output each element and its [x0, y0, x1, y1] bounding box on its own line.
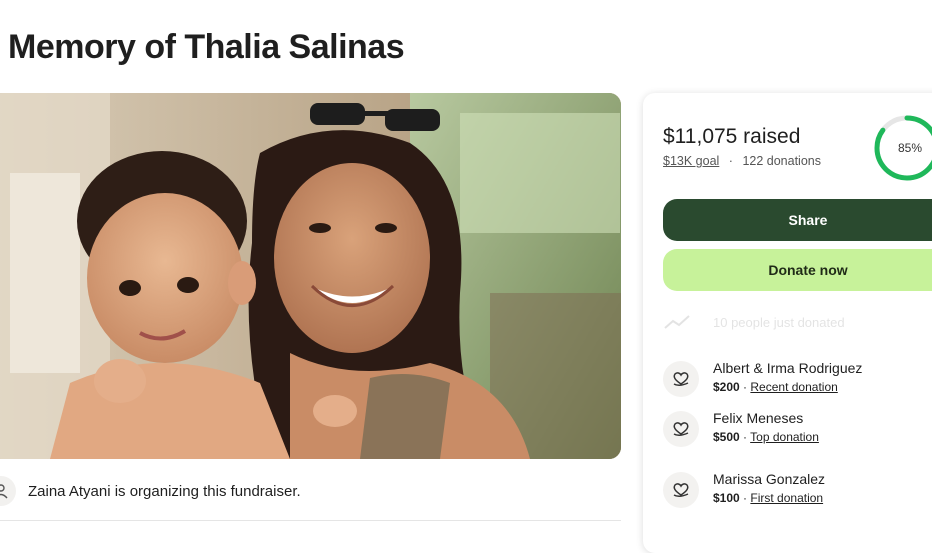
goal-link[interactable]: $13K goal — [663, 154, 719, 168]
raised-meta: $13K goal · 122 donations — [663, 154, 821, 168]
donor-amount: $100 — [713, 491, 740, 505]
recent-activity-text: 10 people just donated — [713, 314, 845, 330]
donor-item: Felix Meneses $500 · Top donation — [663, 409, 819, 447]
user-icon — [0, 484, 8, 499]
donor-item: Albert & Irma Rodriguez $200 · Recent do… — [663, 359, 862, 397]
donor-tag-link[interactable]: Top donation — [750, 430, 819, 444]
donor-name: Albert & Irma Rodriguez — [713, 360, 863, 376]
fundraiser-photo[interactable] — [0, 93, 621, 459]
donation-count: 122 donations — [742, 154, 821, 168]
heart-hand-icon — [673, 483, 689, 498]
heart-hand-icon — [673, 372, 689, 387]
share-button[interactable]: Share — [663, 199, 932, 241]
trending-icon — [664, 315, 690, 329]
divider — [0, 520, 621, 521]
progress-percent: 85% — [897, 141, 923, 155]
page-title: Memory of Thalia Salinas — [8, 28, 405, 66]
fundraiser-photo-illustration — [0, 93, 621, 459]
donation-card: $11,075 raised $13K goal · 122 donations… — [643, 93, 932, 553]
donor-icon — [663, 411, 699, 447]
donor-amount: $200 — [713, 380, 740, 394]
donor-icon — [663, 472, 699, 508]
raised-amount: $11,075 raised — [663, 125, 801, 148]
organizer-avatar — [0, 476, 16, 506]
donor-tag-link[interactable]: First donation — [750, 491, 823, 505]
donate-now-button[interactable]: Donate now — [663, 249, 932, 291]
recent-activity-row: 10 people just donated — [663, 313, 845, 331]
donor-name: Felix Meneses — [713, 410, 804, 426]
donor-tag-link[interactable]: Recent donation — [750, 380, 837, 394]
organizer-text: Zaina Atyani is organizing this fundrais… — [28, 482, 301, 500]
heart-hand-icon — [673, 422, 689, 437]
donor-item: Marissa Gonzalez $100 · First donation — [663, 470, 825, 508]
donor-icon — [663, 361, 699, 397]
donor-amount: $500 — [713, 430, 740, 444]
organizer-row[interactable]: Zaina Atyani is organizing this fundrais… — [0, 474, 301, 508]
meta-separator: · — [728, 154, 733, 168]
donor-name: Marissa Gonzalez — [713, 471, 826, 487]
